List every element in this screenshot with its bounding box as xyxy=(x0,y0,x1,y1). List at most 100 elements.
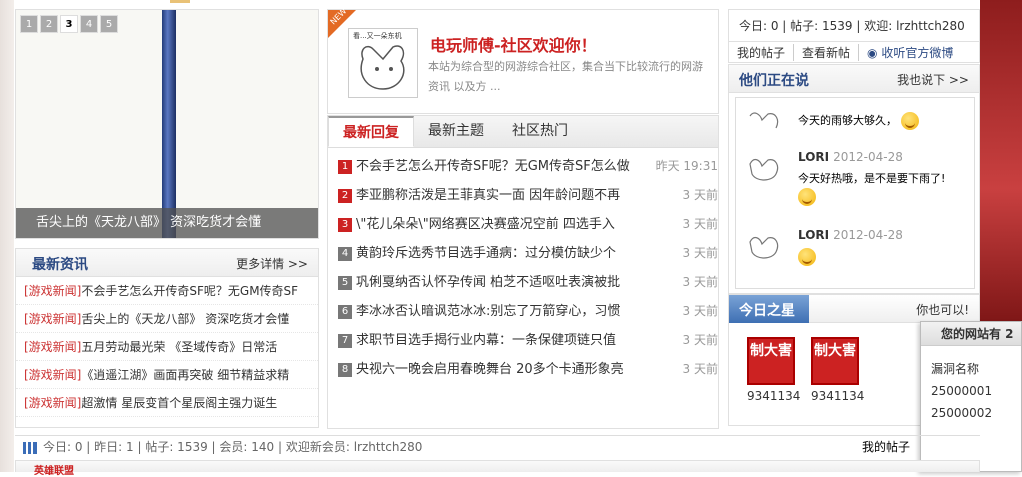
table-row[interactable]: 2 李亚鹏称活泼是王菲真实一面 因年龄问题不再 3 天前 xyxy=(328,181,718,210)
star-user-id[interactable]: 9341134 xyxy=(811,389,864,403)
topic-time: 3 天前 xyxy=(682,217,718,231)
news-tag[interactable]: [游戏新闻] xyxy=(24,284,81,298)
author-name[interactable]: LORI xyxy=(798,228,829,242)
slider-page-1[interactable]: 1 xyxy=(20,15,38,33)
message-body: 今天的雨够大够久， xyxy=(798,114,897,127)
star-user-id[interactable]: 9341134 xyxy=(747,389,800,403)
list-item[interactable]: [游戏新闻]五月劳动最光荣 《圣域传奇》日常活 xyxy=(16,333,318,361)
topic-list: 1 不会手艺怎么开传奇SF呢？无GM传奇SF怎么做 昨天 19:31 2 李亚鹏称活泼… xyxy=(328,148,718,384)
forum-stats-bar: 今日: 0 | 昨日: 1 | 帖子: 1539 | 会员: 140 | 欢迎新… xyxy=(15,435,980,459)
news-link[interactable]: 五月劳动最光荣 《圣域传奇》日常活 xyxy=(81,340,277,354)
news-link[interactable]: 超激情 星辰变首个星辰阁主强力诞生 xyxy=(81,396,277,410)
news-tag[interactable]: [游戏新闻] xyxy=(24,340,81,354)
list-item[interactable]: [游戏新闻]《逍遥江湖》画面再突破 细节精益求精 xyxy=(16,361,318,389)
star-user-stamp[interactable]: 制大害 xyxy=(811,337,859,385)
rank-badge: 6 xyxy=(338,304,352,319)
follow-weibo-link[interactable]: ◉ 收听官方微博 xyxy=(859,44,961,61)
tab-latest-replies[interactable]: 最新回复 xyxy=(328,116,414,147)
rank-badge: 7 xyxy=(338,333,352,348)
slider-page-4[interactable]: 4 xyxy=(80,15,98,33)
say-something-link[interactable]: 我也说下 >> xyxy=(897,71,969,88)
message-date: 2012-04-28 xyxy=(833,150,903,164)
slider-page-2[interactable]: 2 xyxy=(40,15,58,33)
table-row[interactable]: 4 黄韵玲斥选秀节目选手通病：过分模仿缺少个 3 天前 xyxy=(328,239,718,268)
news-tag[interactable]: [游戏新闻] xyxy=(24,312,81,326)
topic-link[interactable]: 求职节目选手揭行业内幕：一条保健项链只值 xyxy=(356,326,646,355)
slider-page-5[interactable]: 5 xyxy=(100,15,118,33)
table-row[interactable]: 6 李冰冰否认暗讽范冰冰:别忘了万箭穿心，习惯 3 天前 xyxy=(328,297,718,326)
rank-badge: 8 xyxy=(338,362,352,377)
topic-link[interactable]: 李冰冰否认暗讽范冰冰:别忘了万箭穿心，习惯 xyxy=(356,297,646,326)
new-posts-link[interactable]: 查看新帖 xyxy=(794,43,860,61)
table-row[interactable]: 25000002 xyxy=(921,402,1021,424)
rank-badge: 5 xyxy=(338,275,352,290)
topic-time: 3 天前 xyxy=(682,275,718,289)
topic-time: 3 天前 xyxy=(682,304,718,318)
news-link[interactable]: 《逍遥江湖》画面再突破 细节精益求精 xyxy=(81,368,289,382)
star-user-stamp[interactable]: 制大害 xyxy=(747,337,795,385)
news-link[interactable]: 不会手艺怎么开传奇SF呢？无GM传奇SF xyxy=(81,284,298,298)
list-item[interactable]: [游戏新闻]舌尖上的《天龙八部》 资深吃货才会懂 xyxy=(16,305,318,333)
rank-badge: 2 xyxy=(338,188,352,203)
user-links: 我的帖子 查看新帖 ◉ 收听官方微博 xyxy=(728,41,980,63)
topic-link[interactable]: 李亚鹏称活泼是王菲真实一面 因年龄问题不再 xyxy=(356,181,646,210)
message-body: 今天好热哦，是不是要下雨了! xyxy=(798,172,946,185)
topic-link[interactable]: 央视六一晚会启用春晚舞台 20多个卡通形象亮 xyxy=(356,355,646,384)
news-tag[interactable]: [游戏新闻] xyxy=(24,396,81,410)
topic-time: 3 天前 xyxy=(682,188,718,202)
topic-link[interactable]: 不会手艺怎么开传奇SF呢？无GM传奇SF怎么做 xyxy=(356,152,646,181)
news-slider[interactable]: 1 2 3 4 5 舌尖上的《天龙八部》 资深吃货才会懂 xyxy=(15,9,319,239)
topic-link[interactable]: 巩俐戛纳否认怀孕传闻 柏芝不适呕吐表演被批 xyxy=(356,268,646,297)
my-posts-bottom-link[interactable]: 我的帖子 xyxy=(862,436,910,458)
table-row[interactable]: 1 不会手艺怎么开传奇SF呢？无GM传奇SF怎么做 昨天 19:31 xyxy=(328,152,718,181)
talking-box: 他们正在说 我也说下 >> 今天的雨够大够久， LORI 2012-04-28 今… xyxy=(728,64,980,294)
table-row[interactable]: 5 巩俐戛纳否认怀孕传闻 柏芝不适呕吐表演被批 3 天前 xyxy=(328,268,718,297)
message-author: LORI 2012-04-28 xyxy=(798,150,903,164)
list-item[interactable]: [游戏新闻]超激情 星辰变首个星辰阁主强力诞生 xyxy=(16,389,318,417)
message-author: LORI 2012-04-28 xyxy=(798,228,903,242)
rank-badge: 3 xyxy=(338,217,352,232)
latest-news-box: 最新资讯 更多详情 >> [游戏新闻]不会手艺怎么开传奇SF呢？无GM传奇SF … xyxy=(15,248,319,428)
lower-section-header: 英雄联盟 xyxy=(15,460,980,477)
message-date: 2012-04-28 xyxy=(833,228,903,242)
news-link[interactable]: 舌尖上的《天龙八部》 资深吃货才会懂 xyxy=(81,312,289,326)
topic-time: 3 天前 xyxy=(682,333,718,347)
slider-caption[interactable]: 舌尖上的《天龙八部》 资深吃货才会懂 xyxy=(16,208,318,238)
topics-panel: 最新回复 最新主题 社区热门 1 不会手艺怎么开传奇SF呢？无GM传奇SF怎么做昨… xyxy=(327,115,719,429)
welcome-title: 电玩师傅-社区欢迎你！ xyxy=(430,36,597,55)
message-text xyxy=(798,248,816,266)
user-avatar-icon xyxy=(749,112,779,129)
avatar-caption: 看...又一朵东机 xyxy=(353,32,402,40)
tab-community-hot[interactable]: 社区热门 xyxy=(498,116,582,147)
table-row[interactable]: 8 央视六一晚会启用春晚舞台 20多个卡通形象亮 3 天前 xyxy=(328,355,718,384)
smiley-icon xyxy=(798,188,816,206)
page-background-left xyxy=(0,0,14,472)
header-edge xyxy=(170,0,190,3)
topic-time: 昨天 19:31 xyxy=(655,159,718,173)
my-posts-link[interactable]: 我的帖子 xyxy=(729,43,795,61)
slider-image[interactable] xyxy=(162,10,176,238)
talking-title: 他们正在说 xyxy=(739,73,809,89)
news-tag[interactable]: [游戏新闻] xyxy=(24,368,81,382)
more-news-link[interactable]: 更多详情 >> xyxy=(236,255,308,272)
slider-page-3[interactable]: 3 xyxy=(60,15,78,33)
author-name[interactable]: LORI xyxy=(798,150,829,164)
user-stats: 今日: 0 | 帖子: 1539 | 欢迎: lrzhttch280 xyxy=(728,9,980,41)
follow-weibo-label: 收听官方微博 xyxy=(881,45,954,60)
topic-link[interactable]: 黄韵玲斥选秀节目选手通病：过分模仿缺少个 xyxy=(356,239,646,268)
latest-news-header: 最新资讯 更多详情 >> xyxy=(16,249,318,277)
tab-latest-topics[interactable]: 最新主题 xyxy=(414,116,498,147)
user-avatar-icon xyxy=(749,236,779,259)
table-row[interactable]: 7 求职节目选手揭行业内幕：一条保健项链只值 3 天前 xyxy=(328,326,718,355)
star-title: 今日之星 xyxy=(739,303,795,319)
bar-chart-icon xyxy=(23,441,37,454)
latest-news-title: 最新资讯 xyxy=(32,257,88,273)
topic-link[interactable]: \"花儿朵朵\"网络赛区决赛盛况空前 四选手入 xyxy=(356,210,646,239)
table-row[interactable]: 3 \"花儿朵朵\"网络赛区决赛盛况空前 四选手入 3 天前 xyxy=(328,210,718,239)
list-item[interactable]: [游戏新闻]不会手艺怎么开传奇SF呢？无GM传奇SF xyxy=(16,277,318,305)
you-can-too-link[interactable]: 你也可以! xyxy=(916,301,969,318)
site-avatar: 看...又一朵东机 xyxy=(348,28,418,98)
talk-messages: 今天的雨够大够久， LORI 2012-04-28 今天好热哦，是不是要下雨了! … xyxy=(735,97,975,289)
lower-section-title: 英雄联盟 xyxy=(34,466,74,477)
table-row[interactable]: 25000001 xyxy=(921,380,1021,402)
